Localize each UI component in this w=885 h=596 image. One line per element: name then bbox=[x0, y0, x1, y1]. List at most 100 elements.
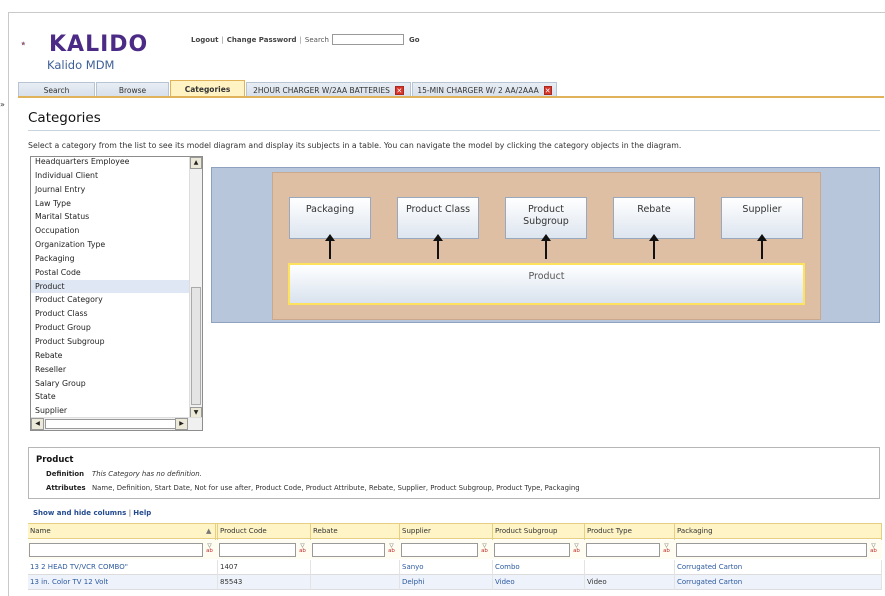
scroll-up-icon[interactable]: ▲ bbox=[190, 157, 202, 169]
table-cell: 85543 bbox=[218, 575, 311, 590]
scroll-right-icon[interactable]: ▶ bbox=[175, 418, 188, 430]
column-filter-input[interactable] bbox=[29, 543, 203, 557]
horizontal-scrollbar[interactable]: ◀ ▶ bbox=[31, 417, 202, 430]
filter-icon[interactable]: ▽ ab bbox=[479, 543, 490, 556]
arrow-icon bbox=[325, 234, 335, 259]
help-link[interactable]: Help bbox=[133, 509, 151, 517]
category-list-item[interactable]: Rebate bbox=[31, 349, 191, 363]
table-cell: Sanyo bbox=[400, 560, 493, 575]
show-hide-columns-link[interactable]: Show and hide columns bbox=[33, 509, 126, 517]
close-icon[interactable]: ✕ bbox=[543, 85, 552, 95]
close-icon[interactable]: ✕ bbox=[394, 85, 404, 95]
category-list-item[interactable]: Postal Code bbox=[31, 266, 191, 280]
category-list: Headquarters Employee Individual Client Jo… bbox=[31, 157, 191, 418]
column-filter-input[interactable] bbox=[219, 543, 296, 557]
diagram-box-packaging[interactable]: Packaging bbox=[289, 197, 371, 239]
diagram-box-product[interactable]: Product bbox=[288, 263, 805, 305]
category-list-item[interactable]: Product bbox=[31, 279, 191, 294]
page-title: Categories bbox=[28, 110, 101, 126]
filter-icon[interactable]: ▽ ab bbox=[297, 543, 308, 556]
table-row[interactable]: 13 in. Color TV 12 Volt 85543 Delphi Video V… bbox=[28, 575, 882, 590]
diagram-canvas: Packaging Product Class Product Subgroup… bbox=[272, 172, 821, 320]
tab-underline bbox=[18, 96, 884, 98]
diagram-box-product-class[interactable]: Product Class bbox=[397, 197, 479, 239]
scroll-left-icon[interactable]: ◀ bbox=[31, 418, 44, 430]
column-header[interactable]: Rebate bbox=[311, 524, 400, 540]
divider bbox=[28, 130, 880, 131]
category-list-item[interactable]: Occupation bbox=[31, 224, 191, 238]
definition-label: Definition bbox=[46, 470, 85, 478]
column-header[interactable]: Name bbox=[28, 524, 218, 540]
diagram-box-rebate[interactable]: Rebate bbox=[613, 197, 695, 239]
go-button[interactable]: Go bbox=[409, 36, 420, 44]
tab-2hour-charger[interactable]: 2HOUR CHARGER W/2AA BATTERIES ✕ bbox=[246, 82, 411, 97]
table-cell: Corrugated Carton bbox=[675, 560, 882, 575]
sort-asc-icon[interactable]: ▲ bbox=[204, 524, 216, 540]
tab-bar: Search Browse Categories 2HOUR CHARGER W… bbox=[18, 80, 558, 97]
tab-label: 2HOUR CHARGER W/2AA BATTERIES bbox=[253, 85, 390, 95]
attributes-value: Name, Definition, Start Date, Not for us… bbox=[92, 484, 580, 492]
category-details: Product Definition This Category has no d… bbox=[28, 447, 880, 499]
column-header[interactable]: Product Type bbox=[585, 524, 675, 540]
logout-link[interactable]: Logout bbox=[191, 36, 218, 44]
category-list-item[interactable]: Packaging bbox=[31, 252, 191, 266]
separator: | bbox=[221, 35, 224, 44]
model-diagram: Packaging Product Class Product Subgroup… bbox=[211, 167, 880, 323]
category-list-item[interactable]: Law Type bbox=[31, 197, 191, 211]
category-list-item[interactable]: Journal Entry bbox=[31, 183, 191, 197]
column-filter-input[interactable] bbox=[312, 543, 385, 557]
filter-icon[interactable]: ▽ ab bbox=[661, 543, 672, 556]
tab-search[interactable]: Search bbox=[18, 82, 95, 97]
category-list-item[interactable]: Product Class bbox=[31, 307, 191, 321]
column-filter-input[interactable] bbox=[494, 543, 570, 557]
definition-row: Definition This Category has no definitio… bbox=[46, 470, 202, 478]
table-row[interactable]: 13 2 HEAD TV/VCR COMBO" 1407 Sanyo Combo Cor… bbox=[28, 560, 882, 575]
category-list-item[interactable]: Individual Client bbox=[31, 169, 191, 183]
attributes-label: Attributes bbox=[46, 484, 86, 492]
tab-categories[interactable]: Categories bbox=[170, 80, 245, 97]
search-input[interactable] bbox=[331, 34, 404, 45]
category-list-item[interactable]: Supplier bbox=[31, 404, 191, 418]
category-list-item[interactable]: Headquarters Employee bbox=[31, 157, 191, 169]
column-header[interactable]: Packaging bbox=[675, 524, 882, 540]
scroll-thumb[interactable] bbox=[45, 419, 188, 429]
table-cell[interactable]: 13 in. Color TV 12 Volt bbox=[28, 575, 218, 590]
column-header[interactable]: Supplier bbox=[400, 524, 493, 540]
vertical-scrollbar[interactable]: ▲ ▼ bbox=[189, 157, 202, 419]
category-list-item[interactable]: Product Group bbox=[31, 321, 191, 335]
category-list-item[interactable]: Organization Type bbox=[31, 238, 191, 252]
category-list-item[interactable]: Reseller bbox=[31, 363, 191, 377]
diagram-box-supplier[interactable]: Supplier bbox=[721, 197, 803, 239]
table-cell[interactable]: 13 2 HEAD TV/VCR COMBO" bbox=[28, 560, 218, 575]
category-list-item[interactable]: State bbox=[31, 390, 191, 404]
column-filter-input[interactable] bbox=[586, 543, 660, 557]
filter-icon[interactable]: ▽ ab bbox=[571, 543, 582, 556]
tab-15min-charger[interactable]: 15-MIN CHARGER W/ 2 AA/2AAA ✕ bbox=[412, 82, 557, 97]
change-password-link[interactable]: Change Password bbox=[227, 36, 297, 44]
diagram-box-product-subgroup[interactable]: Product Subgroup bbox=[505, 197, 587, 239]
collapse-panel-icon[interactable]: » bbox=[0, 100, 8, 110]
definition-value: This Category has no definition. bbox=[92, 470, 202, 478]
category-list-item[interactable]: Marital Status bbox=[31, 210, 191, 224]
scroll-thumb[interactable] bbox=[191, 287, 201, 405]
grid-header: Name Product Code Rebate Supplier Product Su… bbox=[28, 523, 882, 540]
table-cell: 1407 bbox=[218, 560, 311, 575]
column-filter-input[interactable] bbox=[676, 543, 867, 557]
table-cell bbox=[585, 560, 675, 575]
filter-icon[interactable]: ▽ ab bbox=[386, 543, 397, 556]
grid-links: Show and hide columns | Help bbox=[33, 509, 151, 517]
category-list-item[interactable]: Product Subgroup bbox=[31, 335, 191, 349]
brand-name: KALIDO bbox=[49, 32, 149, 57]
filter-icon[interactable]: ▽ ab bbox=[868, 543, 879, 556]
category-listbox[interactable]: Headquarters Employee Individual Client Jo… bbox=[30, 156, 203, 431]
category-list-item[interactable]: Product Category bbox=[31, 293, 191, 307]
kalido-logo-icon bbox=[21, 41, 26, 46]
column-header[interactable]: Product Code bbox=[218, 524, 311, 540]
column-header[interactable]: Product Subgroup bbox=[493, 524, 585, 540]
column-filter-input[interactable] bbox=[401, 543, 478, 557]
tab-browse[interactable]: Browse bbox=[96, 82, 169, 97]
category-list-item[interactable]: Salary Group bbox=[31, 377, 191, 391]
arrow-icon bbox=[433, 234, 443, 259]
filter-icon[interactable]: ▽ ab bbox=[204, 543, 215, 556]
table-cell: Video bbox=[585, 575, 675, 590]
